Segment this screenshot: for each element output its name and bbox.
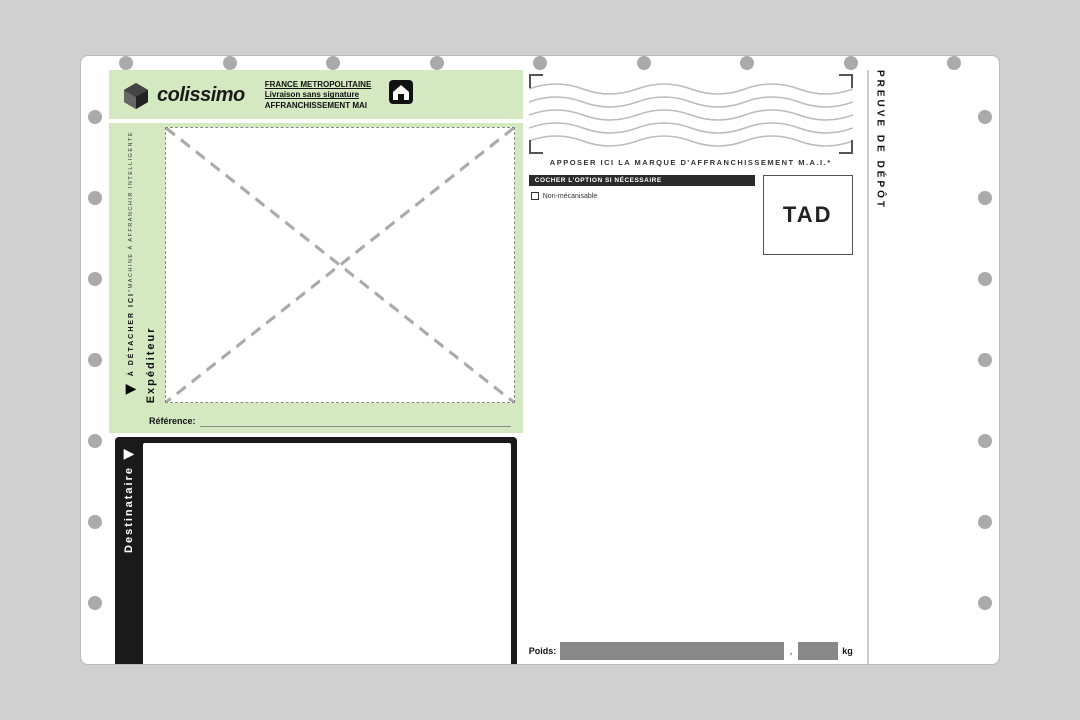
- arrow-white-icon: ▶: [124, 445, 135, 462]
- non-mecanisable: Non-mécanisable: [529, 192, 755, 200]
- reference-line: [200, 415, 511, 427]
- preuve-depot-label: PREUVE DE DÉPÔT: [867, 70, 886, 665]
- hole-top: [223, 56, 237, 70]
- hole-top: [430, 56, 444, 70]
- kg-label: kg: [842, 646, 853, 656]
- bracket-tl: [529, 74, 543, 88]
- left-section: colissimo FRANCE METROPOLITAINE Livraiso…: [109, 70, 523, 665]
- hole: [88, 596, 102, 610]
- hole: [88, 353, 102, 367]
- green-area: colissimo FRANCE METROPOLITAINE Livraiso…: [109, 70, 523, 119]
- poids-decimal-box: [798, 642, 838, 660]
- destinataire-address-box: [143, 443, 511, 665]
- shipping-label: colissimo FRANCE METROPOLITAINE Livraiso…: [80, 55, 1000, 665]
- hole: [978, 272, 992, 286]
- right-left-col: COCHER L'OPTION SI NÉCESSAIRE Non-mécani…: [529, 175, 755, 638]
- destinataire-label-wrap: ▶ Destinataire: [115, 437, 143, 665]
- hole: [978, 515, 992, 529]
- colissimo-header: colissimo FRANCE METROPOLITAINE Livraiso…: [121, 80, 511, 111]
- content-body: colissimo FRANCE METROPOLITAINE Livraiso…: [109, 70, 971, 665]
- arrow-icon: ▶: [126, 380, 137, 397]
- holes-top: [109, 56, 971, 70]
- home-icon: [389, 80, 413, 104]
- cocher-box: COCHER L'OPTION SI NÉCESSAIRE: [529, 175, 755, 186]
- hole-top: [637, 56, 651, 70]
- expediteur-section: *MACHINE À AFFRANCHIR INTELLIGENTE À DÉT…: [109, 123, 523, 411]
- reference-label: Référence:: [149, 416, 196, 426]
- tad-text: TAD: [783, 202, 833, 228]
- colissimo-logo: colissimo: [121, 80, 245, 110]
- tad-box: TAD: [763, 175, 853, 255]
- destinataire-section: ▶ Destinataire: [115, 437, 517, 665]
- hole-top: [947, 56, 961, 70]
- right-wrapper: APPOSER ICI LA MARQUE D'AFFRANCHISSEMENT…: [523, 70, 886, 665]
- right-section: APPOSER ICI LA MARQUE D'AFFRANCHISSEMENT…: [523, 70, 861, 665]
- service-info: FRANCE METROPOLITAINE Livraison sans sig…: [265, 80, 372, 111]
- right-middle: COCHER L'OPTION SI NÉCESSAIRE Non-mécani…: [529, 175, 853, 638]
- side-label-container: *MACHINE À AFFRANCHIR INTELLIGENTE À DÉT…: [117, 127, 145, 403]
- checkbox-mecanisable[interactable]: [531, 192, 539, 200]
- cube-icon: [121, 80, 151, 110]
- hole-top: [326, 56, 340, 70]
- reference-row: Référence:: [109, 411, 523, 433]
- hole: [978, 434, 992, 448]
- hole: [88, 515, 102, 529]
- detacher-label: À DÉTACHER ICI: [128, 292, 135, 376]
- hole: [978, 353, 992, 367]
- hole: [978, 110, 992, 124]
- poids-row: Poids: , kg: [529, 642, 853, 660]
- poids-comma: ,: [790, 646, 793, 656]
- mai-text: APPOSER ICI LA MARQUE D'AFFRANCHISSEMENT…: [529, 158, 853, 167]
- holes-right: [971, 56, 999, 664]
- hole-top: [119, 56, 133, 70]
- machine-label: *MACHINE À AFFRANCHIR INTELLIGENTE: [128, 131, 134, 292]
- holes-left: [81, 56, 109, 664]
- bracket-bl: [529, 140, 543, 154]
- expediteur-address-box: [165, 127, 515, 403]
- expediteur-label: Expéditeur: [145, 127, 157, 403]
- main-content: colissimo FRANCE METROPOLITAINE Livraiso…: [109, 56, 971, 664]
- bracket-tr: [839, 74, 853, 88]
- stamp-area: [529, 74, 853, 154]
- hole-top: [844, 56, 858, 70]
- brand-name: colissimo: [157, 84, 245, 107]
- hole: [88, 110, 102, 124]
- hole: [88, 272, 102, 286]
- hole-top: [533, 56, 547, 70]
- poids-box: [560, 642, 783, 660]
- hole: [978, 191, 992, 205]
- hole-top: [740, 56, 754, 70]
- hole: [88, 191, 102, 205]
- bracket-br: [839, 140, 853, 154]
- poids-label: Poids:: [529, 646, 557, 656]
- wavy-lines: [529, 74, 853, 154]
- dest-address-area: [149, 449, 505, 665]
- destinataire-label: Destinataire: [123, 466, 135, 553]
- hole: [978, 596, 992, 610]
- hole: [88, 434, 102, 448]
- x-pattern: [166, 128, 514, 402]
